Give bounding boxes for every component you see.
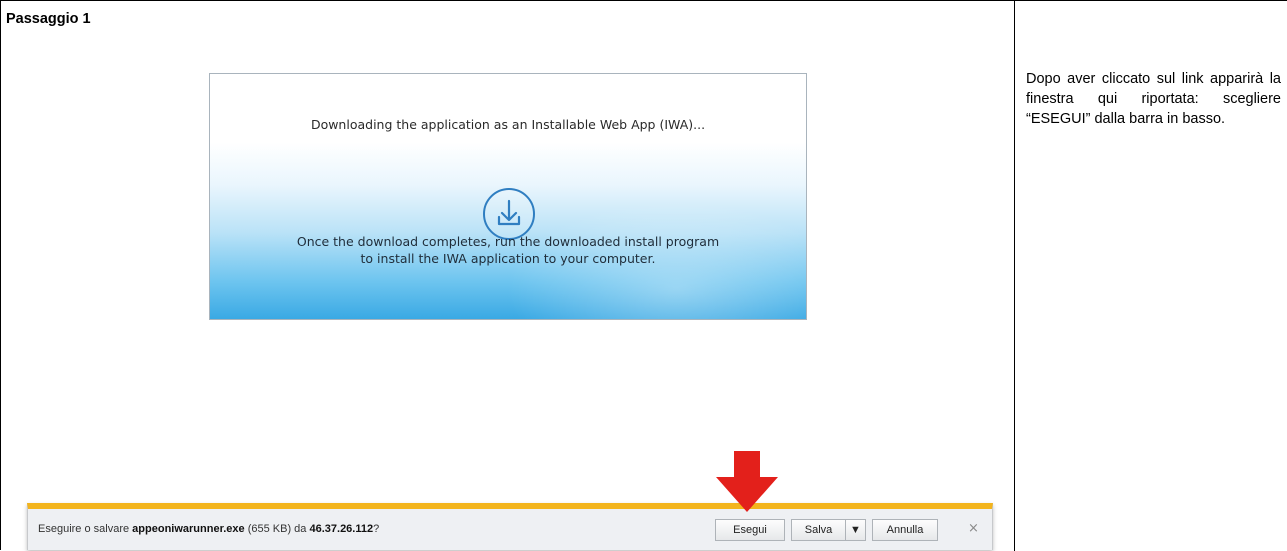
save-button[interactable]: Salva: [791, 519, 846, 541]
cancel-button[interactable]: Annulla: [872, 519, 938, 541]
prompt-prefix: Eseguire o salvare: [38, 523, 133, 535]
run-button[interactable]: Esegui: [715, 519, 785, 541]
downloading-message: Downloading the application as an Instal…: [310, 117, 706, 132]
column-divider: [1014, 1, 1015, 551]
download-bar: Eseguire o salvare appeoniwarunner.exe (…: [27, 503, 993, 550]
arrow-down-icon: [716, 451, 778, 512]
instruction-text: Dopo aver cliccato sul link apparirà la …: [1026, 71, 1281, 127]
host-address: 46.37.26.112: [309, 523, 374, 535]
close-icon[interactable]: ×: [968, 521, 979, 536]
download-complete-line-1: Once the download completes, run the dow…: [296, 234, 720, 249]
prompt-suffix: ?: [373, 523, 380, 535]
file-name: appeoniwarunner.exe: [132, 523, 245, 535]
step-title: Passaggio 1: [6, 11, 91, 27]
download-complete-message: Once the download completes, run the dow…: [210, 233, 806, 267]
download-dialog: Downloading the application as an Instal…: [209, 73, 807, 320]
download-complete-line-2: to install the IWA application to your c…: [360, 251, 656, 266]
download-prompt: Eseguire o salvare appeoniwarunner.exe (…: [38, 523, 379, 535]
file-size: (655 KB) da: [244, 523, 310, 535]
save-options-dropdown[interactable]: ▼: [846, 519, 866, 541]
